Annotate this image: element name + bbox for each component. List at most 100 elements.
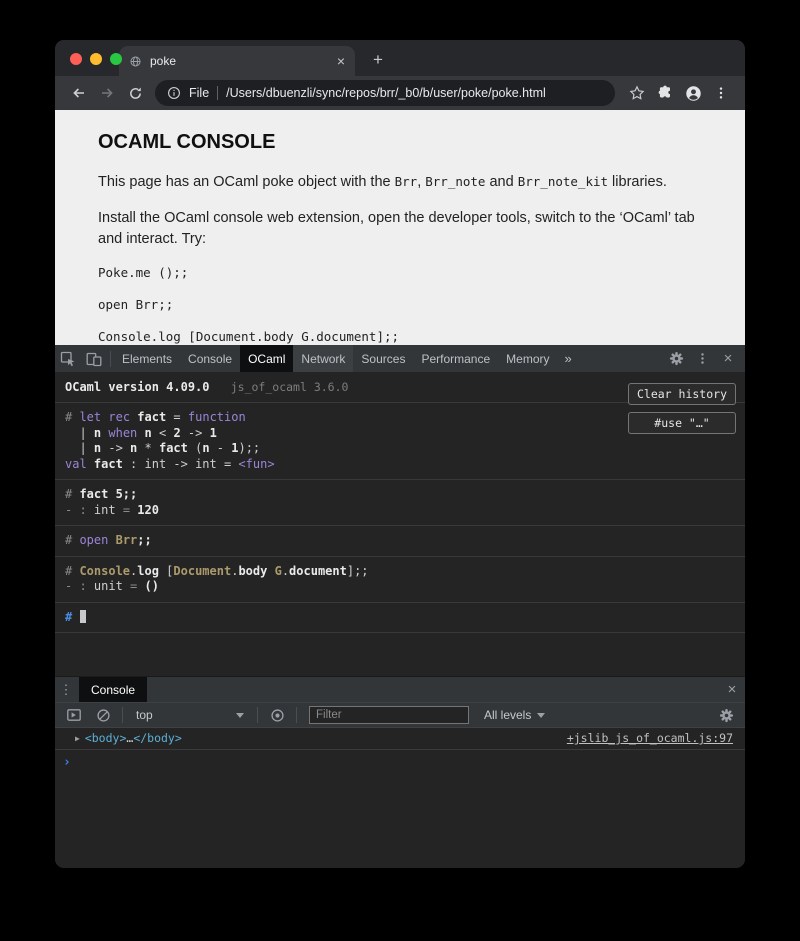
more-tabs-button[interactable]: » (558, 345, 579, 372)
repl-token (87, 457, 94, 471)
code-snippet-console-log: Console.log [Document.body G.document];; (98, 329, 715, 344)
console-toolbar: top All levels (55, 702, 745, 728)
tab-title: poke (150, 54, 176, 68)
jsoo-version: js_of_ocaml 3.6.0 (231, 380, 349, 394)
devtools-tab-sources[interactable]: Sources (353, 345, 413, 372)
repl-token: body (238, 564, 267, 578)
device-toolbar-icon[interactable] (81, 346, 107, 372)
repl-token: let (79, 410, 101, 424)
repl-token: n (202, 441, 209, 455)
repl-token: Brr (116, 533, 138, 547)
inspect-element-icon[interactable] (55, 346, 81, 372)
repl-token: 1 (210, 426, 217, 440)
console-settings-gear-icon[interactable] (713, 702, 739, 728)
repl-token: [ (159, 564, 173, 578)
browser-tab-poke[interactable]: poke × (119, 46, 355, 76)
log-levels-dropdown[interactable]: All levels (478, 703, 551, 727)
reload-button[interactable] (121, 79, 149, 107)
repl-token: 120 (137, 503, 159, 517)
zoom-window-button[interactable] (110, 53, 122, 65)
repl-token: # (65, 487, 79, 501)
repl-token: - (210, 441, 232, 455)
url-text: /Users/dbuenzli/sync/repos/brr/_b0/b/use… (226, 86, 546, 100)
source-location-link[interactable]: +jslib_js_of_ocaml.js:97 (567, 731, 733, 745)
extensions-puzzle-button[interactable] (651, 79, 679, 107)
console-messages-area[interactable]: ▶ <body>…</body> +jslib_js_of_ocaml.js:9… (55, 728, 745, 868)
repl-entry: # (55, 603, 745, 634)
inline-code-brr-note: Brr_note (425, 174, 485, 189)
dom-node-close-tag: </body> (133, 731, 181, 745)
repl-token: Document (173, 564, 231, 578)
console-prompt-chevron[interactable]: › (55, 750, 745, 775)
repl-token: = (123, 579, 145, 593)
repl-token (137, 426, 144, 440)
repl-token: function (188, 410, 246, 424)
toolbar-divider (122, 707, 123, 723)
browser-tab-strip: poke × + (55, 40, 745, 76)
live-expression-eye-icon[interactable] (264, 702, 290, 728)
repl-token: -> (181, 426, 210, 440)
repl-token: ;; (137, 533, 151, 547)
site-info-icon[interactable] (167, 86, 181, 100)
repl-buttons: Clear history #use "…" (628, 383, 736, 434)
repl-token: rec (108, 410, 130, 424)
drawer-tab-console[interactable]: Console (79, 677, 147, 703)
repl-token: fact (137, 410, 166, 424)
repl-token: val (65, 457, 87, 471)
url-scheme-label: File (189, 86, 209, 100)
console-log-row[interactable]: ▶ <body>…</body> +jslib_js_of_ocaml.js:9… (55, 728, 745, 750)
address-bar[interactable]: File /Users/dbuenzli/sync/repos/brr/_b0/… (155, 80, 615, 106)
repl-token: # (65, 564, 79, 578)
bookmark-star-button[interactable] (623, 79, 651, 107)
globe-icon (129, 55, 142, 68)
repl-history[interactable]: # let rec fact = function | n when n < 2… (55, 403, 745, 633)
code-snippet-poke: Poke.me ();; (98, 265, 715, 280)
expand-triangle-icon[interactable]: ▶ (75, 734, 80, 743)
repl-token (267, 564, 274, 578)
page-paragraph-install: Install the OCaml console web extension,… (98, 208, 712, 250)
repl-line: - : unit = () (65, 579, 735, 595)
forward-button[interactable] (93, 79, 121, 107)
devtools-tab-ocaml[interactable]: OCaml (240, 345, 293, 372)
repl-line: # fact 5;; (65, 487, 735, 503)
chevron-down-icon (236, 713, 244, 718)
tab-close-icon[interactable]: × (337, 54, 345, 68)
toolbar-divider (296, 707, 297, 723)
console-sidebar-toggle-icon[interactable] (61, 702, 87, 728)
devtools-tab-elements[interactable]: Elements (114, 345, 180, 372)
devtools-tab-network[interactable]: Network (293, 345, 353, 372)
omnibox-divider (217, 86, 218, 100)
close-window-button[interactable] (70, 53, 82, 65)
minimize-window-button[interactable] (90, 53, 102, 65)
drawer-close-icon[interactable]: × (719, 681, 745, 698)
code-snippet-open-brr: open Brr;; (98, 297, 715, 312)
clear-console-icon[interactable] (90, 702, 116, 728)
console-filter-input[interactable] (309, 706, 469, 724)
new-tab-button[interactable]: + (365, 47, 391, 73)
execution-context-dropdown[interactable]: top (129, 703, 251, 727)
chevron-down-icon (537, 713, 545, 718)
devtools-menu-kebab-icon[interactable] (689, 346, 715, 372)
use-file-button[interactable]: #use "…" (628, 412, 736, 434)
window-controls (70, 53, 122, 65)
repl-line: - : int = 120 (65, 503, 735, 519)
levels-selected-value: All levels (484, 708, 531, 722)
devtools-settings-gear-icon[interactable] (663, 346, 689, 372)
browser-menu-kebab-icon[interactable] (707, 79, 735, 107)
devtools-close-icon[interactable]: × (715, 346, 741, 372)
repl-token: fact (159, 441, 188, 455)
repl-token: # (65, 533, 79, 547)
devtools-tabs: ElementsConsoleOCamlNetworkSourcesPerfor… (114, 345, 558, 372)
devtools-tab-console[interactable]: Console (180, 345, 240, 372)
drawer-menu-kebab-icon[interactable]: ⋮ (55, 682, 77, 698)
repl-token: when (108, 426, 137, 440)
profile-avatar-button[interactable] (679, 79, 707, 107)
devtools-tab-memory[interactable]: Memory (498, 345, 557, 372)
repl-token: . (282, 564, 289, 578)
devtools-tab-bar: ElementsConsoleOCamlNetworkSourcesPerfor… (55, 345, 745, 372)
devtools-toolbar-right: × (663, 346, 741, 372)
back-button[interactable] (65, 79, 93, 107)
devtools-tab-performance[interactable]: Performance (413, 345, 498, 372)
clear-history-button[interactable]: Clear history (628, 383, 736, 405)
repl-line: | n -> n * fact (n - 1);; (65, 441, 735, 457)
